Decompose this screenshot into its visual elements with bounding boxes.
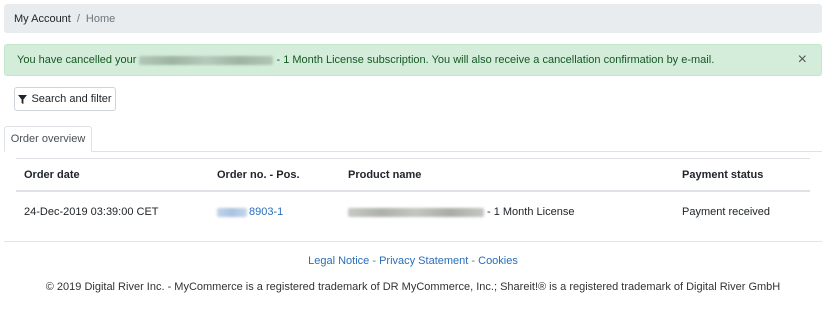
footer-link-separator: - [471, 255, 476, 267]
orders-table: Order date Order no. - Pos. Product name… [16, 158, 810, 232]
column-header-product-name: Product name [348, 168, 422, 181]
legal-notice-link[interactable]: Legal Notice [308, 255, 369, 267]
table-row: 24-Dec-2019 03:39:00 CET 8903-1 - 1 Mont… [16, 192, 810, 232]
column-header-payment-status: Payment status [682, 168, 764, 181]
table-header-row: Order date Order no. - Pos. Product name… [16, 158, 810, 192]
search-and-filter-button[interactable]: Search and filter [14, 87, 116, 111]
search-and-filter-label: Search and filter [31, 93, 112, 105]
order-date-cell: 24-Dec-2019 03:39:00 CET [24, 206, 159, 218]
breadcrumb-current: Home [85, 12, 116, 25]
cancellation-alert: You have cancelled your - 1 Month Licens… [4, 44, 822, 76]
tabs-divider [4, 151, 822, 152]
tab-order-overview[interactable]: Order overview [4, 126, 92, 152]
tab-order-overview-label: Order overview [10, 133, 86, 145]
filter-icon [18, 94, 28, 104]
footer-link-separator: - [372, 255, 376, 267]
breadcrumb-separator: / [76, 12, 80, 25]
privacy-statement-link[interactable]: Privacy Statement [379, 255, 468, 267]
payment-status-cell: Payment received [682, 206, 771, 218]
order-number-cell: 8903-1 [209, 192, 340, 232]
redacted-product-name [139, 55, 274, 65]
close-icon[interactable]: × [798, 51, 807, 69]
order-number-link[interactable]: 8903-1 [217, 206, 283, 218]
alert-text-end: - 1 Month License subscription. You will… [276, 54, 715, 66]
breadcrumb: My Account / Home [4, 4, 822, 33]
footer-links: Legal Notice - Privacy Statement - Cooki… [0, 255, 826, 267]
copyright-text: © 2019 Digital River Inc. - MyCommerce i… [45, 281, 781, 293]
order-number-suffix: 8903-1 [249, 206, 284, 218]
cookies-link[interactable]: Cookies [478, 255, 518, 267]
column-header-order-no: Order no. - Pos. [217, 168, 300, 181]
product-name-suffix: - 1 Month License [487, 206, 575, 218]
footer-divider [4, 241, 822, 242]
product-name-cell: - 1 Month License [340, 192, 674, 232]
breadcrumb-my-account[interactable]: My Account [14, 13, 71, 25]
alert-text-start: You have cancelled your [17, 54, 137, 66]
redacted-order-prefix [217, 207, 247, 217]
column-header-order-date: Order date [24, 168, 80, 181]
redacted-product-name [348, 207, 484, 217]
